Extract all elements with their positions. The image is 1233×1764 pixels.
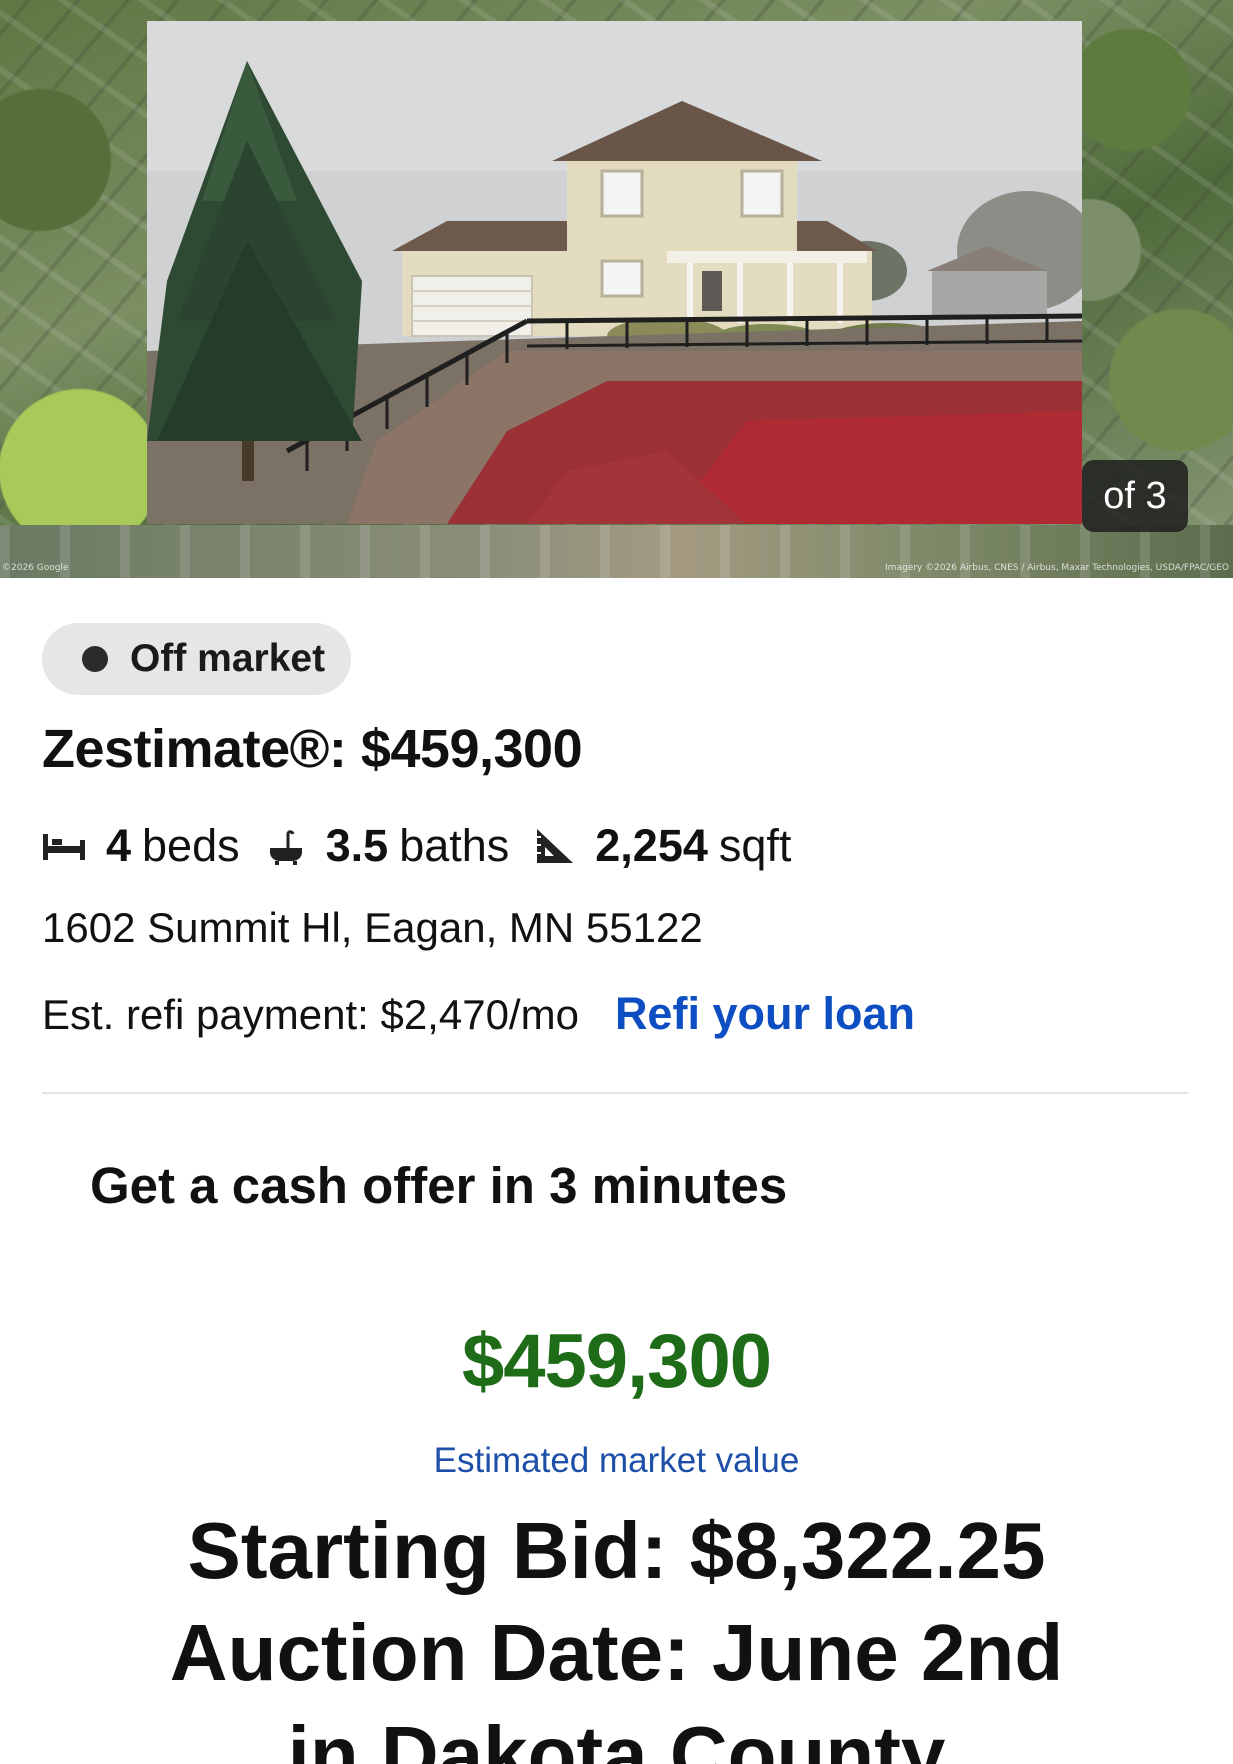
refi-row: Est. refi payment: $2,470/mo Refi your l…: [42, 988, 915, 1040]
section-divider: [42, 1092, 1188, 1094]
sqft-value: 2,254: [595, 820, 708, 871]
zestimate-price: Zestimate®: $459,300: [42, 719, 583, 779]
starting-bid-text: Starting Bid: $8,322.25: [187, 1506, 1046, 1595]
hero-map-background: ©2026 Google Imagery ©2026 Airbus, CNES …: [0, 0, 1233, 578]
map-credit-left: ©2026 Google: [2, 563, 69, 573]
photo-counter[interactable]: of 3: [1082, 460, 1188, 532]
baths-fact: 3.5 baths: [266, 820, 510, 872]
auction-county-text: in Dakota County: [287, 1710, 946, 1764]
home-facts: 4 beds 3.5 baths 2,254 sqft: [42, 818, 817, 874]
beds-value: 4: [106, 820, 132, 871]
cash-offer-heading: Get a cash offer in 3 minutes: [90, 1157, 788, 1214]
sqft-unit: sqft: [718, 820, 792, 871]
beds-fact: 4 beds: [42, 820, 240, 872]
auction-date-text: Auction Date: June 2nd: [169, 1608, 1064, 1697]
property-address: 1602 Summit Hl, Eagan, MN 55122: [42, 904, 703, 951]
baths-unit: baths: [399, 820, 510, 871]
refi-payment-text: Est. refi payment: $2,470/mo: [42, 991, 579, 1038]
baths-value: 3.5: [325, 820, 389, 871]
status-label: Off market: [130, 637, 326, 680]
auction-info: Starting Bid: $8,322.25 Auction Date: Ju…: [0, 1500, 1233, 1764]
status-dot-icon: [82, 646, 108, 672]
beds-unit: beds: [142, 820, 240, 871]
refi-loan-link[interactable]: Refi your loan: [615, 988, 915, 1040]
bath-icon: [269, 830, 302, 865]
bed-icon: [43, 834, 85, 860]
map-credit-right: Imagery ©2026 Airbus, CNES / Airbus, Max…: [885, 563, 1229, 573]
house-photo[interactable]: [147, 21, 1082, 524]
status-badge: Off market: [42, 623, 352, 695]
cash-offer-value: $459,300: [462, 1319, 772, 1404]
cash-offer-caption: Estimated market value: [433, 1441, 800, 1480]
sqft-ruler-icon: [537, 829, 574, 863]
sqft-fact: 2,254 sqft: [535, 820, 791, 872]
